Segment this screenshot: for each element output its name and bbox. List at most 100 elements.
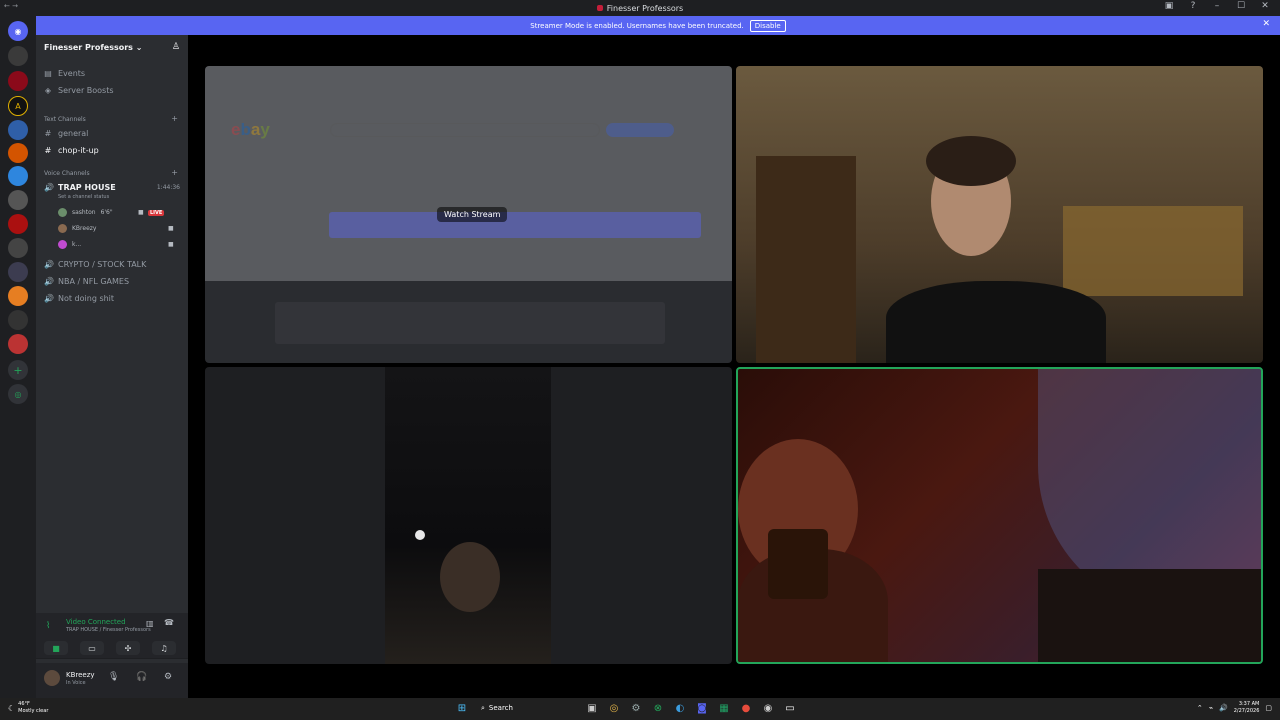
user-name[interactable]: KBreezy [66,671,95,679]
weather-widget[interactable]: ☾ 46°F Mostly clear [8,701,48,715]
discord-icon[interactable]: ◙ [695,701,709,715]
video-tile[interactable] [205,367,732,664]
headphones-icon[interactable]: 🎧 [136,672,147,682]
xbox-icon[interactable]: ⊗ [651,701,665,715]
add-voice-channel-icon[interactable]: + [171,168,178,177]
add-server-icon[interactable]: + [8,360,28,380]
user-panel: KBreezy In Voice 🎙 🎧 ⚙ [36,663,188,698]
channel-general[interactable]: # general [44,129,89,138]
channel-name: general [58,129,89,138]
server-icon[interactable] [8,286,28,306]
avatar [58,224,67,233]
noise-suppression-icon[interactable]: ▥ [146,619,154,628]
history-nav[interactable]: ← → [4,2,18,10]
hash-icon: # [44,129,52,138]
server-icon[interactable] [8,120,28,140]
weather-desc: Mostly clear [18,708,49,714]
signal-icon[interactable]: ⌇ [46,621,50,631]
server-rail: ◉ A + ◎ [0,16,36,698]
minimize-button[interactable]: – [1208,1,1226,11]
stream-banner [329,212,701,238]
channel-name: chop-it-up [58,146,99,155]
streamer-mode-banner: Streamer Mode is enabled. Usernames have… [36,16,1280,35]
voice-connected-subtitle: TRAP HOUSE / Finesser Professors [66,627,151,633]
server-icon[interactable] [8,214,28,234]
camera-icon: ■ [138,209,144,216]
moon-icon: ☾ [8,703,16,713]
server-icon[interactable] [8,190,28,210]
voice-user[interactable]: k... ■ [58,240,174,249]
weather-temp: 46°F [18,701,30,707]
channel-chop-it-up[interactable]: # chop-it-up [44,146,99,155]
close-banner-icon[interactable]: ✕ [1262,19,1270,29]
server-icon[interactable] [8,46,28,66]
app-icon[interactable]: ◉ [761,701,775,715]
voice-channel[interactable]: 🔊 CRYPTO / STOCK TALK [44,260,146,269]
server-icon[interactable] [8,143,28,163]
activities-button[interactable]: ✣ [116,641,140,655]
excel-icon[interactable]: ▦ [717,701,731,715]
edge-icon[interactable]: ◐ [673,701,687,715]
record-icon[interactable]: ● [739,701,753,715]
discover-icon[interactable]: ◎ [8,384,28,404]
voice-user[interactable]: sashton 6'6" ■ LIVE [58,208,165,217]
notification-icon[interactable]: ▢ [1265,704,1272,712]
server-icon[interactable]: A [8,96,28,116]
taskbar-search[interactable]: ⌕ Search [477,701,577,715]
camera-icon: ■ [168,241,174,248]
server-icon[interactable] [8,238,28,258]
video-tile-speaking[interactable] [736,367,1263,664]
server-dot-icon [596,5,603,11]
home-icon[interactable]: ◉ [8,21,28,41]
maximize-button[interactable]: ☐ [1232,1,1250,11]
invite-icon[interactable]: ♙ [172,42,180,52]
server-icon[interactable] [8,262,28,282]
server-icon[interactable] [8,334,28,354]
server-icon[interactable] [8,166,28,186]
soundboard-button[interactable]: ♫ [152,641,176,655]
voice-connected-title[interactable]: Video Connected [66,618,126,626]
channel-status-hint[interactable]: Set a channel status [58,194,109,200]
close-window-button[interactable]: ✕ [1256,1,1274,11]
avatar[interactable] [44,670,60,686]
search-icon: ⌕ [481,703,485,712]
server-header[interactable]: Finesser Professors ⌄ ♙ [36,35,188,59]
windows-start-icon[interactable]: ⊞ [455,701,469,715]
server-boosts-item[interactable]: ◈ Server Boosts [44,86,114,95]
voice-channels-category[interactable]: Voice Channels [44,170,90,177]
screen-share-button[interactable]: ▭ [80,641,104,655]
channel-name: NBA / NFL GAMES [58,277,130,286]
microphone-icon[interactable]: 🎙 [108,672,119,682]
watch-stream-button[interactable]: Watch Stream [437,207,508,222]
events-item[interactable]: ▤ Events [44,69,85,78]
chrome-icon[interactable]: ◎ [607,701,621,715]
voice-channel[interactable]: 🔊 NBA / NFL GAMES [44,277,129,286]
gear-icon[interactable]: ⚙ [164,672,172,682]
server-icon[interactable] [8,71,28,91]
voice-channel[interactable]: 🔊 Not doing shit [44,294,114,303]
voice-channel-trap-house[interactable]: 🔊 TRAP HOUSE 1:44:36 [44,183,180,192]
steam-icon[interactable]: ⚙ [629,701,643,715]
stream-search-bar [330,123,600,137]
stream-thumbnails [275,302,665,344]
voice-user[interactable]: KBreezy ■ [58,224,174,233]
help-icon[interactable]: ? [1184,1,1202,11]
search-label: Search [488,704,513,712]
channel-timer: 1:44:36 [156,184,180,191]
user-status: In Voice [66,680,86,686]
system-tray: ⌃ ⌁ 🔊 3:37 AM 2/27/2026 ▢ [1197,701,1272,715]
add-text-channel-icon[interactable]: + [171,114,178,123]
disable-streamer-mode-button[interactable]: Disable [749,19,786,32]
text-channels-category[interactable]: Text Channels [44,116,86,123]
volume-icon[interactable]: 🔊 [1219,704,1228,712]
network-icon[interactable]: ⌁ [1209,704,1213,712]
disconnect-icon[interactable]: ☎ [164,618,174,627]
chevron-up-icon[interactable]: ⌃ [1197,704,1203,712]
app-icon[interactable]: ▭ [783,701,797,715]
camera-toggle-button[interactable]: ■ [44,641,68,655]
inbox-icon[interactable]: ▣ [1160,1,1178,11]
server-icon[interactable] [8,310,28,330]
clock[interactable]: 3:37 AM 2/27/2026 [1234,701,1260,715]
video-tile[interactable] [736,66,1263,363]
task-view-icon[interactable]: ▣ [585,701,599,715]
